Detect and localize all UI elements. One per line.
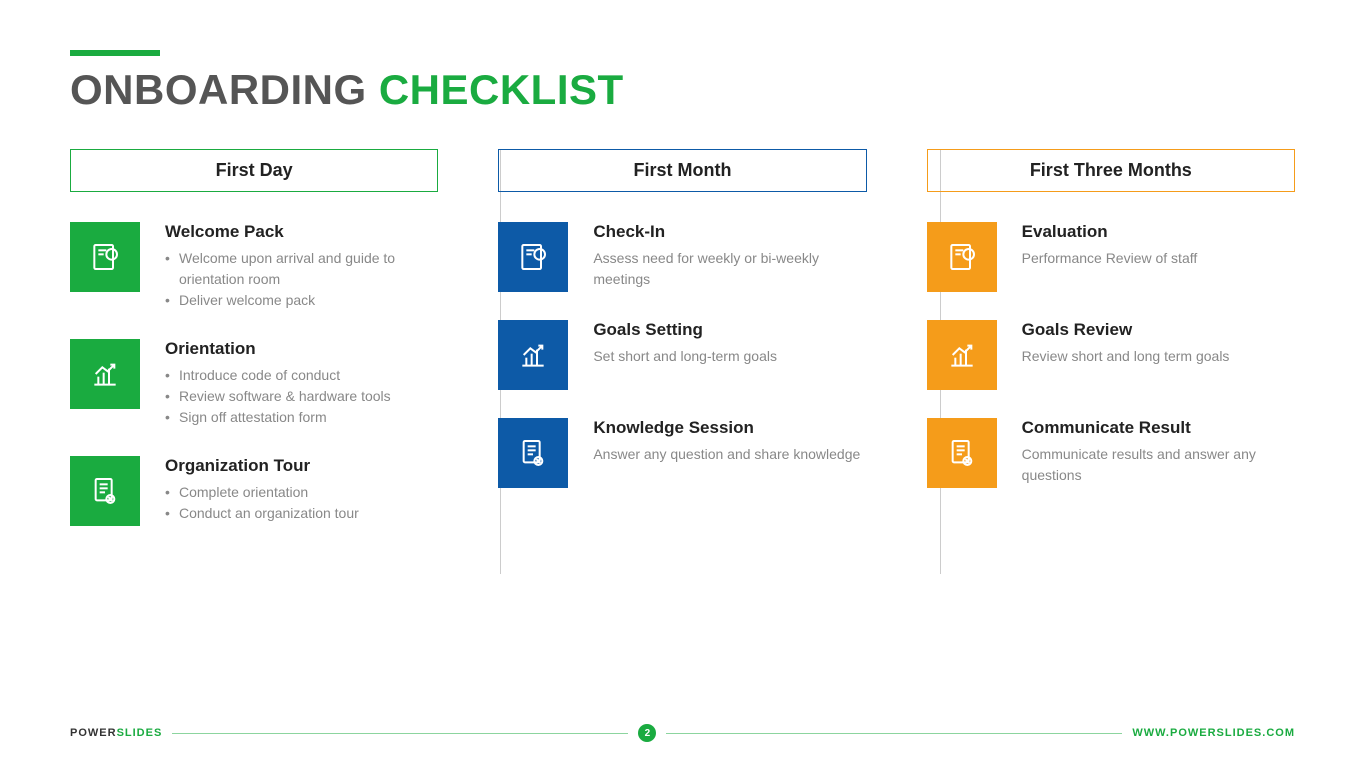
document-icon [70,222,140,292]
document-icon [927,222,997,292]
item-content: Goals Setting Set short and long-term go… [593,320,866,367]
item-title: Check-In [593,222,866,242]
item-title: Goals Setting [593,320,866,340]
list-item: Knowledge Session Answer any question an… [498,418,866,488]
page-number: 2 [638,724,656,742]
item-title: Goals Review [1022,320,1295,340]
document-icon [498,222,568,292]
item-desc: Assess need for weekly or bi-weekly meet… [593,248,866,290]
footer: POWERSLIDES 2 WWW.POWERSLIDES.COM [70,724,1295,742]
column-first-month: First Month Check-In Assess need for wee… [498,149,866,554]
bullet: Review software & hardware tools [165,386,438,407]
item-desc: Answer any question and share knowledge [593,444,866,465]
item-bullets: Welcome upon arrival and guide to orient… [165,248,438,311]
item-desc: Communicate results and answer any quest… [1022,444,1295,486]
item-bullets: Introduce code of conduct Review softwar… [165,365,438,428]
item-title: Communicate Result [1022,418,1295,438]
bullet: Deliver welcome pack [165,290,438,311]
item-content: Check-In Assess need for weekly or bi-we… [593,222,866,290]
bullet: Sign off attestation form [165,407,438,428]
list-item: Evaluation Performance Review of staff [927,222,1295,292]
title-part2: CHECKLIST [379,66,624,113]
column-first-day: First Day Welcome Pack Welcome upon arri… [70,149,438,554]
footer-url: WWW.POWERSLIDES.COM [1132,727,1295,739]
item-desc: Set short and long-term goals [593,346,866,367]
brand-part2: SLIDES [117,727,163,739]
title-accent [70,50,160,56]
file-icon [70,456,140,526]
slide: ONBOARDING CHECKLIST First Day Welcome P… [0,0,1365,767]
bullet: Conduct an organization tour [165,503,438,524]
item-content: Orientation Introduce code of conduct Re… [165,339,438,428]
list-item: Welcome Pack Welcome upon arrival and gu… [70,222,438,311]
bullet: Welcome upon arrival and guide to orient… [165,248,438,290]
item-bullets: Complete orientation Conduct an organiza… [165,482,438,524]
item-content: Communicate Result Communicate results a… [1022,418,1295,486]
item-title: Orientation [165,339,438,359]
bullet: Complete orientation [165,482,438,503]
chart-icon [498,320,568,390]
list-item: Orientation Introduce code of conduct Re… [70,339,438,428]
item-content: Organization Tour Complete orientation C… [165,456,438,524]
footer-line [666,733,1122,734]
chart-icon [927,320,997,390]
bullet: Introduce code of conduct [165,365,438,386]
chart-icon [70,339,140,409]
item-title: Organization Tour [165,456,438,476]
column-header: First Three Months [927,149,1295,192]
list-item: Organization Tour Complete orientation C… [70,456,438,526]
item-content: Knowledge Session Answer any question an… [593,418,866,465]
columns-container: First Day Welcome Pack Welcome upon arri… [70,149,1295,554]
brand-part1: POWER [70,727,117,739]
list-item: Check-In Assess need for weekly or bi-we… [498,222,866,292]
item-content: Welcome Pack Welcome upon arrival and gu… [165,222,438,311]
column-header: First Month [498,149,866,192]
footer-line [172,733,628,734]
item-title: Welcome Pack [165,222,438,242]
title-part1: ONBOARDING [70,66,379,113]
item-desc: Review short and long term goals [1022,346,1295,367]
file-icon [927,418,997,488]
list-item: Communicate Result Communicate results a… [927,418,1295,488]
item-content: Goals Review Review short and long term … [1022,320,1295,367]
item-title: Knowledge Session [593,418,866,438]
list-item: Goals Review Review short and long term … [927,320,1295,390]
page-title: ONBOARDING CHECKLIST [70,66,1295,114]
item-desc: Performance Review of staff [1022,248,1295,269]
item-content: Evaluation Performance Review of staff [1022,222,1295,269]
file-icon [498,418,568,488]
column-first-three-months: First Three Months Evaluation Performanc… [927,149,1295,554]
list-item: Goals Setting Set short and long-term go… [498,320,866,390]
column-header: First Day [70,149,438,192]
item-title: Evaluation [1022,222,1295,242]
footer-brand: POWERSLIDES [70,727,162,739]
